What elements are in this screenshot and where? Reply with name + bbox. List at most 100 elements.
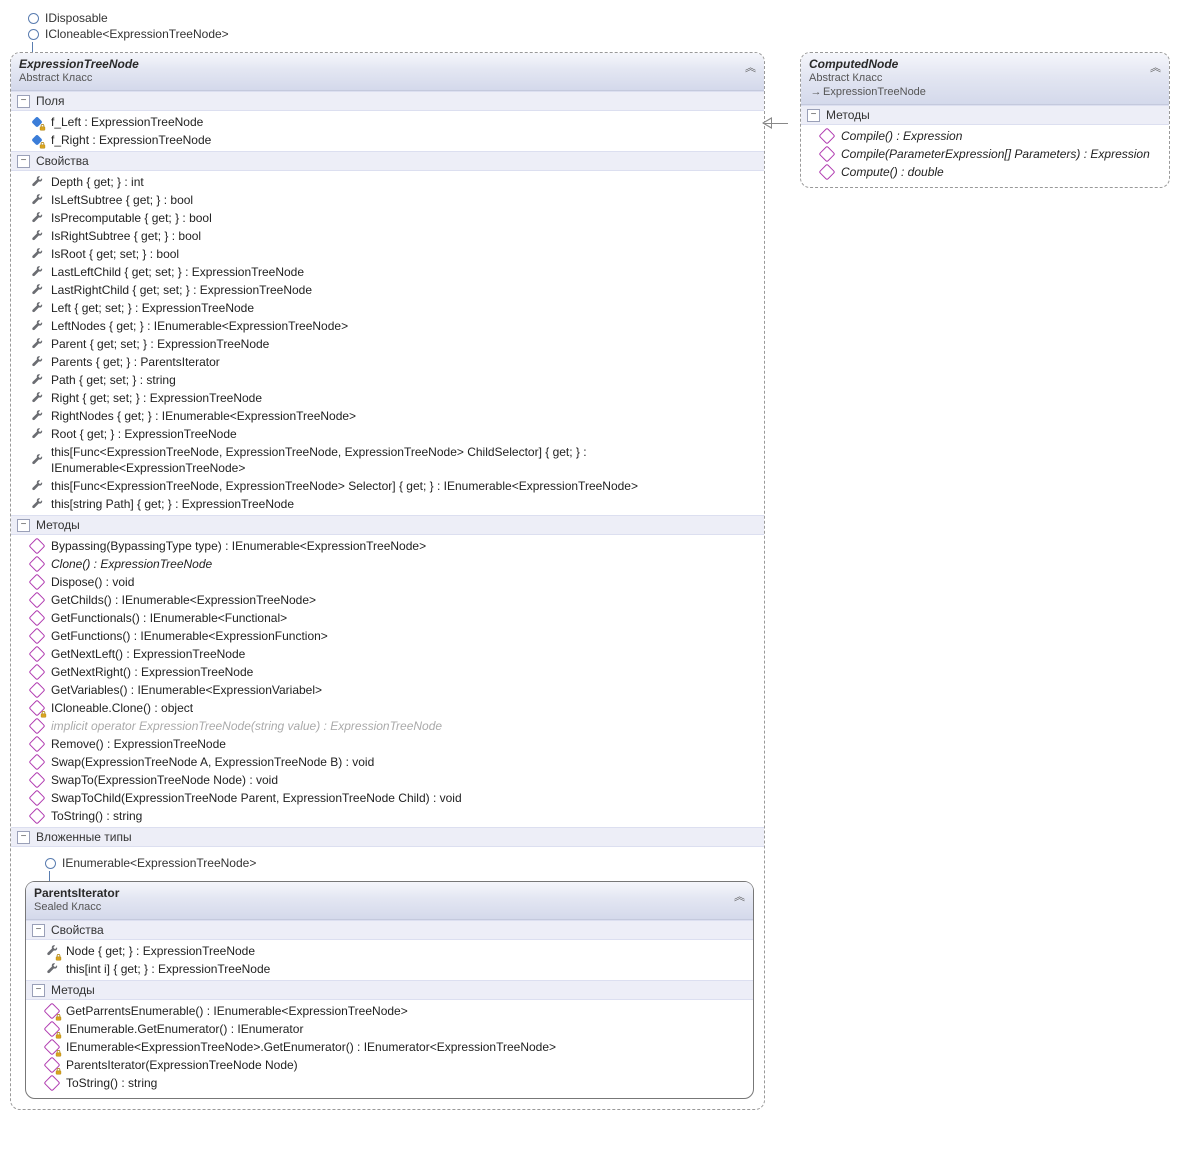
member-row[interactable]: Bypassing(BypassingType type) : IEnumera… [11,537,764,555]
method-icon [29,592,45,608]
member-row[interactable]: GetNextLeft() : ExpressionTreeNode [11,645,764,663]
property-icon [29,174,45,190]
method-label: Dispose() : void [51,574,134,590]
member-row[interactable]: Left { get; set; } : ExpressionTreeNode [11,299,764,317]
member-row[interactable]: GetFunctionals() : IEnumerable<Functiona… [11,609,764,627]
collapse-chevron-icon[interactable]: ︽ [1150,57,1161,75]
member-row[interactable]: LastRightChild { get; set; } : Expressio… [11,281,764,299]
member-row[interactable]: Dispose() : void [11,573,764,591]
property-icon [29,478,45,494]
method-icon [29,664,45,680]
method-icon [44,1075,60,1091]
method-icon [44,1021,60,1037]
class-title: ComputedNode [809,57,926,71]
section-methods[interactable]: − Методы [26,980,753,1000]
section-properties[interactable]: − Свойства [26,920,753,940]
member-row[interactable]: implicit operator ExpressionTreeNode(str… [11,717,764,735]
minus-toggle-icon[interactable]: − [17,95,30,108]
member-row[interactable]: ICloneable.Clone() : object [11,699,764,717]
member-row[interactable]: Node { get; } : ExpressionTreeNode [26,942,753,960]
class-box-parentsiterator[interactable]: ParentsIterator Sealed Класс ︽ − Свойств… [25,881,754,1099]
class-header[interactable]: ParentsIterator Sealed Класс ︽ [26,882,753,920]
method-label: GetParrentsEnumerable() : IEnumerable<Ex… [66,1003,408,1019]
property-icon [29,426,45,442]
section-methods[interactable]: − Методы [11,515,764,535]
member-row[interactable]: Root { get; } : ExpressionTreeNode [11,425,764,443]
minus-toggle-icon[interactable]: − [17,155,30,168]
member-row[interactable]: Parent { get; set; } : ExpressionTreeNod… [11,335,764,353]
interface-label: IDisposable [45,11,108,25]
member-row[interactable]: LeftNodes { get; } : IEnumerable<Express… [11,317,764,335]
class-box-computednode[interactable]: ComputedNode Abstract Класс →ExpressionT… [800,52,1170,188]
member-row[interactable]: Compile() : Expression [801,127,1169,145]
member-row[interactable]: GetFunctions() : IEnumerable<ExpressionF… [11,627,764,645]
member-row[interactable]: GetVariables() : IEnumerable<ExpressionV… [11,681,764,699]
method-label: SwapTo(ExpressionTreeNode Node) : void [51,772,278,788]
member-row[interactable]: IEnumerable.GetEnumerator() : IEnumerato… [26,1020,753,1038]
collapse-chevron-icon[interactable]: ︽ [745,57,756,75]
member-row[interactable]: f_Left : ExpressionTreeNode [11,113,764,131]
member-row[interactable]: this[string Path] { get; } : ExpressionT… [11,495,764,513]
method-label: Remove() : ExpressionTreeNode [51,736,226,752]
member-row[interactable]: Parents { get; } : ParentsIterator [11,353,764,371]
property-icon [29,246,45,262]
section-fields[interactable]: − Поля [11,91,764,111]
method-icon [29,610,45,626]
section-methods[interactable]: − Методы [801,105,1169,125]
member-row[interactable]: RightNodes { get; } : IEnumerable<Expres… [11,407,764,425]
member-row[interactable]: GetChilds() : IEnumerable<ExpressionTree… [11,591,764,609]
minus-toggle-icon[interactable]: − [807,109,820,122]
class-header[interactable]: ComputedNode Abstract Класс →ExpressionT… [801,53,1169,105]
member-row[interactable]: IsRightSubtree { get; } : bool [11,227,764,245]
method-label: GetChilds() : IEnumerable<ExpressionTree… [51,592,316,608]
member-row[interactable]: IsRoot { get; set; } : bool [11,245,764,263]
member-row[interactable]: GetParrentsEnumerable() : IEnumerable<Ex… [26,1002,753,1020]
member-row[interactable]: IEnumerable<ExpressionTreeNode>.GetEnume… [26,1038,753,1056]
method-icon [29,682,45,698]
method-label: GetNextLeft() : ExpressionTreeNode [51,646,245,662]
member-row[interactable]: this[Func<ExpressionTreeNode, Expression… [11,443,764,477]
member-row[interactable]: Compile(ParameterExpression[] Parameters… [801,145,1169,163]
property-label: this[string Path] { get; } : ExpressionT… [51,496,294,512]
member-row[interactable]: IsPrecomputable { get; } : bool [11,209,764,227]
member-row[interactable]: Remove() : ExpressionTreeNode [11,735,764,753]
member-row[interactable]: Clone() : ExpressionTreeNode [11,555,764,573]
collapse-chevron-icon[interactable]: ︽ [734,886,745,904]
member-row[interactable]: ParentsIterator(ExpressionTreeNode Node) [26,1056,753,1074]
property-icon [29,210,45,226]
member-row[interactable]: Path { get; set; } : string [11,371,764,389]
minus-toggle-icon[interactable]: − [32,924,45,937]
member-row[interactable]: Compute() : double [801,163,1169,181]
member-row[interactable]: ToString() : string [26,1074,753,1092]
section-properties[interactable]: − Свойства [11,151,764,171]
minus-toggle-icon[interactable]: − [32,984,45,997]
property-icon [29,300,45,316]
member-row[interactable]: f_Right : ExpressionTreeNode [11,131,764,149]
member-row[interactable]: IsLeftSubtree { get; } : bool [11,191,764,209]
class-header[interactable]: ExpressionTreeNode Abstract Класс ︽ [11,53,764,91]
member-row[interactable]: SwapTo(ExpressionTreeNode Node) : void [11,771,764,789]
property-label: LastLeftChild { get; set; } : Expression… [51,264,304,280]
section-nested-types[interactable]: − Вложенные типы [11,827,764,847]
property-label: IsPrecomputable { get; } : bool [51,210,212,226]
member-row[interactable]: ToString() : string [11,807,764,825]
member-row[interactable]: Swap(ExpressionTreeNode A, ExpressionTre… [11,753,764,771]
interface-icon [28,13,39,24]
method-label: IEnumerable.GetEnumerator() : IEnumerato… [66,1021,303,1037]
member-row[interactable]: Depth { get; } : int [11,173,764,191]
minus-toggle-icon[interactable]: − [17,519,30,532]
class-box-expressiontreenode[interactable]: ExpressionTreeNode Abstract Класс ︽ − По… [10,52,765,1110]
property-icon [44,961,60,977]
member-row[interactable]: LastLeftChild { get; set; } : Expression… [11,263,764,281]
member-row[interactable]: GetNextRight() : ExpressionTreeNode [11,663,764,681]
member-row[interactable]: this[int i] { get; } : ExpressionTreeNod… [26,960,753,978]
field-label: f_Right : ExpressionTreeNode [51,132,211,148]
member-row[interactable]: SwapToChild(ExpressionTreeNode Parent, E… [11,789,764,807]
section-label: Методы [51,983,95,997]
method-icon [44,1003,60,1019]
minus-toggle-icon[interactable]: − [17,831,30,844]
member-row[interactable]: Right { get; set; } : ExpressionTreeNode [11,389,764,407]
method-icon [29,646,45,662]
member-row[interactable]: this[Func<ExpressionTreeNode, Expression… [11,477,764,495]
property-label: this[Func<ExpressionTreeNode, Expression… [51,478,638,494]
